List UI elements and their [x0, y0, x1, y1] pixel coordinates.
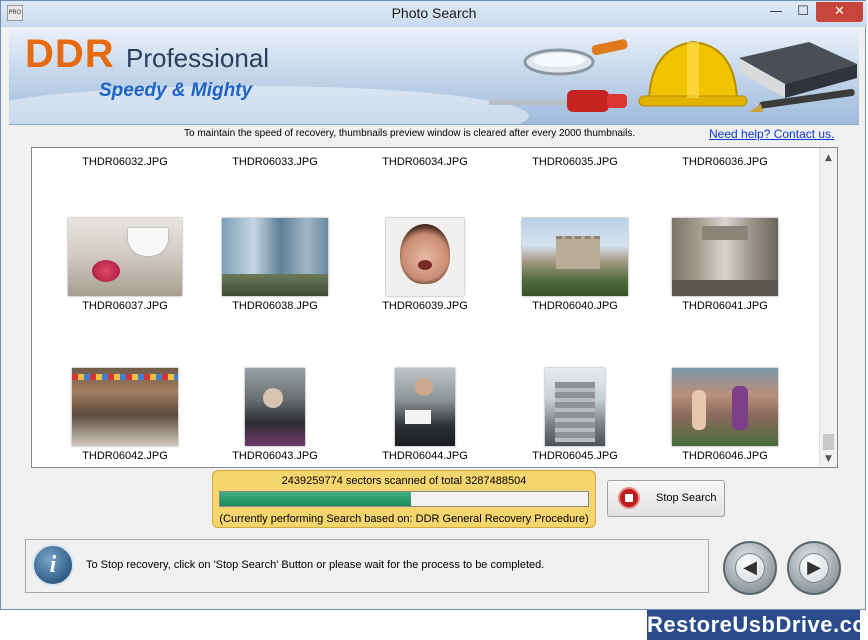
arrow-right-icon: ▶: [799, 553, 829, 583]
thumbnail-image: [672, 368, 778, 446]
thumbnail-caption: THDR06032.JPG: [82, 156, 168, 168]
arrow-left-icon: ◀: [735, 553, 765, 583]
thumbnail-notice: To maintain the speed of recovery, thumb…: [184, 128, 636, 139]
thumbnail-caption: THDR06034.JPG: [382, 156, 468, 168]
info-icon: i: [32, 544, 74, 586]
book-icon: [739, 42, 857, 98]
thumbnail-image: [245, 368, 305, 446]
thumbnail-caption: THDR06033.JPG: [232, 156, 318, 168]
thumbnail-image: [72, 368, 178, 446]
minimize-button[interactable]: —: [762, 2, 790, 22]
sectors-scanned-text: 2439259774 sectors scanned of total 3287…: [281, 475, 527, 487]
thumbnail-item[interactable]: THDR06036.JPG: [670, 152, 780, 168]
thumbnail-item[interactable]: THDR06040.JPG: [520, 218, 630, 312]
thumbnail-image: [545, 368, 605, 446]
thumbnail-image: [68, 218, 182, 296]
scrollbar-thumb[interactable]: [823, 434, 834, 450]
thumbnail-item[interactable]: THDR06034.JPG: [370, 152, 480, 168]
thumbnail-caption: THDR06037.JPG: [82, 300, 168, 312]
title-bar: PRO Photo Search — ☐ ✕: [1, 1, 867, 27]
thumbnail-caption: THDR06044.JPG: [382, 450, 468, 462]
back-button[interactable]: ◀: [723, 541, 777, 595]
thumbnail-image: [222, 218, 328, 296]
thumbnail-image: [672, 218, 778, 296]
thumbnail-caption: THDR06039.JPG: [382, 300, 468, 312]
thumbnail-item[interactable]: THDR06035.JPG: [520, 152, 630, 168]
scroll-down-icon[interactable]: ▼: [820, 451, 837, 467]
thumbnail-item[interactable]: THDR06045.JPG: [520, 368, 630, 462]
stop-icon: [618, 487, 640, 509]
thumbnail-gallery[interactable]: THDR06032.JPG THDR06033.JPG THDR06034.JP…: [31, 147, 838, 468]
thumbnail-item[interactable]: THDR06043.JPG: [220, 368, 330, 462]
thumbnail-item[interactable]: THDR06032.JPG: [70, 152, 180, 168]
procedure-text: (Currently performing Search based on: D…: [219, 513, 589, 525]
banner-tools-illustration: [489, 39, 857, 112]
thumbnail-caption: THDR06043.JPG: [232, 450, 318, 462]
thumbnail-item[interactable]: THDR06038.JPG: [220, 218, 330, 312]
thumbnail-item[interactable]: THDR06033.JPG: [220, 152, 330, 168]
window-title: Photo Search: [391, 5, 477, 21]
thumbnail-image: [386, 218, 464, 296]
magnifier-icon: [523, 39, 628, 76]
thumbnail-item[interactable]: THDR06039.JPG: [370, 218, 480, 312]
gallery-scrollbar[interactable]: ▲ ▼: [819, 148, 837, 467]
progress-bar-fill: [220, 492, 412, 506]
thumbnail-caption: THDR06040.JPG: [532, 300, 618, 312]
thumbnail-caption: THDR06045.JPG: [532, 450, 618, 462]
thumbnail-caption: THDR06046.JPG: [682, 450, 768, 462]
product-name: Professional: [126, 43, 270, 73]
thumbnail-image: [395, 368, 455, 446]
thumbnail-caption: THDR06041.JPG: [682, 300, 768, 312]
scroll-up-icon[interactable]: ▲: [820, 150, 837, 166]
banner-wave-decoration: [9, 86, 529, 124]
status-panel: i To Stop recovery, click on 'Stop Searc…: [25, 539, 709, 593]
stop-search-label: Stop Search: [656, 492, 717, 504]
tagline: Speedy & Mighty: [99, 80, 253, 101]
thumbnail-item[interactable]: THDR06041.JPG: [670, 218, 780, 312]
photo-search-window: PRO Photo Search — ☐ ✕ DDR Professional …: [0, 0, 867, 610]
next-button[interactable]: ▶: [787, 541, 841, 595]
screwdriver-icon: [489, 90, 627, 112]
search-progress-panel: 2439259774 sectors scanned of total 3287…: [212, 470, 596, 528]
thumbnail-caption: THDR06036.JPG: [682, 156, 768, 168]
header-banner: DDR Professional Speedy & Mighty: [9, 28, 859, 125]
thumbnail-caption: THDR06038.JPG: [232, 300, 318, 312]
thumbnail-item[interactable]: THDR06042.JPG: [70, 368, 180, 462]
thumbnail-item[interactable]: THDR06046.JPG: [670, 368, 780, 462]
thumbnail-item[interactable]: THDR06044.JPG: [370, 368, 480, 462]
thumbnail-image: [522, 218, 628, 296]
status-message: To Stop recovery, click on 'Stop Search'…: [86, 559, 545, 571]
thumbnail-item[interactable]: THDR06037.JPG: [68, 218, 182, 312]
brand-logo: DDR: [25, 32, 115, 76]
thumbnail-caption: THDR06035.JPG: [532, 156, 618, 168]
watermark-logo: RestoreUsbDrive.com: [647, 610, 868, 640]
close-button[interactable]: ✕: [816, 2, 863, 22]
thumbnail-caption: THDR06042.JPG: [82, 450, 168, 462]
stop-search-button[interactable]: Stop Search: [607, 480, 725, 517]
maximize-button[interactable]: ☐: [790, 2, 816, 22]
help-contact-link[interactable]: Need help? Contact us.: [709, 127, 834, 141]
progress-bar: [219, 491, 589, 507]
hard-hat-icon: [638, 40, 748, 107]
